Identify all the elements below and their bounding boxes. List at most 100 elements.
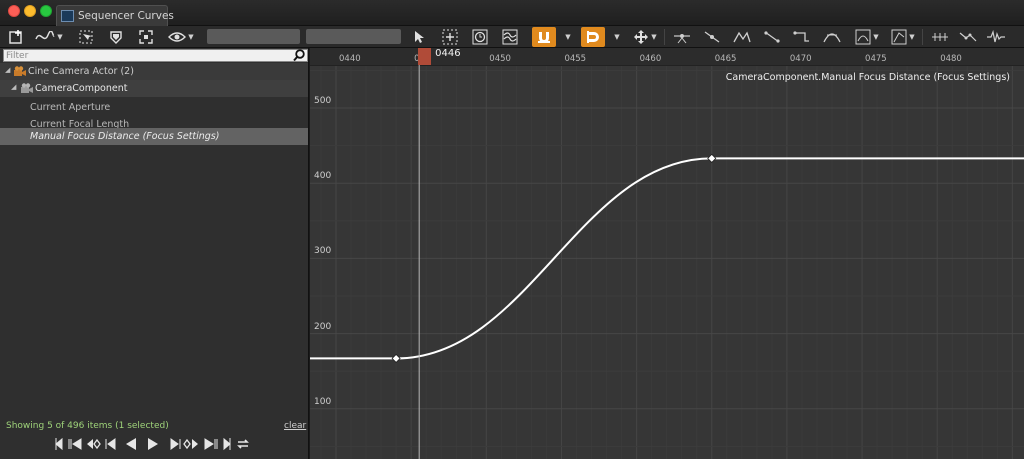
previous-key-button[interactable] <box>67 436 83 452</box>
value-tick-label: 300 <box>314 246 332 257</box>
value-tick-label: 200 <box>314 321 332 332</box>
curve-toolbar: ▼ ▼ ▼ ▼ ▼ ▼ ▼ <box>0 26 1024 48</box>
frame-icon <box>139 30 153 44</box>
camera-component-icon <box>21 83 33 93</box>
jump-start-icon <box>55 437 63 451</box>
playhead-handle[interactable] <box>418 48 432 65</box>
select-tool-button[interactable] <box>410 27 428 47</box>
pan-dropdown[interactable]: ▼ <box>630 27 660 47</box>
frame-selection-button[interactable] <box>136 27 156 47</box>
transform-tool-icon <box>442 29 458 45</box>
value-tick-label: 100 <box>314 396 332 407</box>
next-frame-icon <box>170 438 181 450</box>
tree-item-cine-camera-actor[interactable]: ◢ Cine Camera Actor (2) <box>0 63 308 80</box>
multi-curve-button[interactable] <box>500 27 520 47</box>
cubic-interp-button[interactable] <box>820 27 844 47</box>
value-tick-label: 500 <box>314 96 332 106</box>
ruler-tick-label: 0455 <box>564 54 587 64</box>
curve-editor-icon <box>61 10 74 22</box>
constant-interp-button[interactable] <box>790 27 814 47</box>
select-all-icon <box>79 30 93 44</box>
search-icon[interactable] <box>293 49 305 62</box>
previous-key-icon <box>68 438 82 450</box>
collapse-arrow-icon[interactable]: ◢ <box>5 66 10 74</box>
tangent-break-dropdown[interactable]: ▼ <box>888 27 918 47</box>
transform-tool-button[interactable] <box>440 27 460 47</box>
jump-to-start-button[interactable] <box>55 436 63 452</box>
linear-interp-button[interactable] <box>760 27 784 47</box>
snap-time-toggle[interactable] <box>581 27 605 47</box>
snap-value-dropdown[interactable]: ▼ <box>560 27 574 47</box>
filter-input[interactable] <box>6 50 291 61</box>
play-button[interactable] <box>147 436 159 452</box>
snap-time-dropdown[interactable]: ▼ <box>609 27 623 47</box>
sequencer-curves-window: Sequencer Curves ▼ ▼ ▼ ▼ ▼ ▼ ▼ Filter ◢ … <box>0 0 1024 459</box>
straighten-tangents-button[interactable] <box>700 27 724 47</box>
view-options-dropdown[interactable]: ▼ <box>166 27 196 47</box>
current-value-field[interactable] <box>306 29 401 44</box>
tree-item-label: CameraComponent <box>35 83 128 94</box>
previous-frame-icon <box>105 438 116 450</box>
curve-label: CameraComponent.Manual Focus Distance (F… <box>725 72 1010 83</box>
tree-item-label: Current Aperture <box>30 102 111 113</box>
retime-tool-button[interactable] <box>470 27 490 47</box>
fit-vertical-button[interactable] <box>106 27 126 47</box>
add-key-icon <box>9 30 22 44</box>
add-key-button[interactable] <box>6 27 28 47</box>
value-tick-label: 400 <box>314 171 332 182</box>
curve-canvas[interactable] <box>310 48 1024 459</box>
next-frame-button[interactable] <box>169 436 181 452</box>
pan-icon <box>634 30 649 44</box>
tree-item-current-aperture[interactable]: Current Aperture <box>0 99 308 116</box>
tree-item-label: Manual Focus Distance (Focus Settings) <box>30 131 220 142</box>
linear-icon <box>764 31 780 43</box>
step-back-button[interactable] <box>85 436 101 452</box>
title-bar: Sequencer Curves <box>0 0 1024 27</box>
bake-curve-button[interactable] <box>928 27 952 47</box>
play-reverse-icon <box>126 438 136 450</box>
tab-title: Sequencer Curves <box>78 10 174 22</box>
curve-interp-dropdown[interactable]: ▼ <box>34 27 64 47</box>
auto-tangent-button[interactable] <box>730 27 754 47</box>
snap-value-toggle[interactable] <box>532 27 556 47</box>
snap-magnet-icon <box>538 32 550 43</box>
current-time-field[interactable] <box>207 29 300 44</box>
collapse-arrow-icon[interactable]: ◢ <box>11 83 16 91</box>
minimize-window-button[interactable] <box>24 5 36 17</box>
ruler-tick-label: 0450 <box>489 54 511 64</box>
tree-item-camera-component[interactable]: ◢ CameraComponent <box>0 80 308 97</box>
loop-icon <box>237 439 249 449</box>
cubic-icon <box>823 33 841 43</box>
curve-key[interactable] <box>707 153 717 163</box>
ruler-tick-label: 0460 <box>639 54 662 64</box>
camera-actor-icon <box>14 66 26 76</box>
tree-item-manual-focus-distance[interactable]: Manual Focus Distance (Focus Settings) <box>0 128 308 145</box>
view-options-icon <box>168 32 187 42</box>
play-reverse-button[interactable] <box>125 436 137 452</box>
select-tool-icon <box>415 31 424 43</box>
auto-tangent-icon <box>733 31 751 43</box>
flatten-tangents-button[interactable] <box>670 27 694 47</box>
flatten-tangents-icon <box>674 34 690 44</box>
clear-link[interactable]: clear <box>284 421 306 431</box>
next-key-button[interactable] <box>203 436 219 452</box>
step-forward-button[interactable] <box>183 436 199 452</box>
previous-frame-button[interactable] <box>105 436 117 452</box>
status-summary: Showing 5 of 496 items (1 selected) <box>6 421 169 431</box>
next-key-icon <box>204 438 218 450</box>
filter-curve-button[interactable] <box>984 27 1008 47</box>
curve-tree-panel: ◢ Cine Camera Actor (2) ◢ CameraComponen… <box>0 48 309 459</box>
select-all-button[interactable] <box>76 27 96 47</box>
curve-key[interactable] <box>391 353 401 363</box>
infinity-dropdown[interactable]: ▼ <box>852 27 882 47</box>
maximize-window-button[interactable] <box>40 5 52 17</box>
close-window-button[interactable] <box>8 5 20 17</box>
constant-icon <box>793 31 809 42</box>
tab-sequencer-curves[interactable]: Sequencer Curves <box>56 5 174 27</box>
curve-graph[interactable]: 04400440450045504600465047004750480 5004… <box>310 48 1024 459</box>
step-back-icon <box>87 438 101 450</box>
loop-button[interactable] <box>235 436 251 452</box>
play-icon <box>148 438 158 450</box>
reduce-curve-button[interactable] <box>956 27 980 47</box>
jump-to-end-button[interactable] <box>223 436 231 452</box>
